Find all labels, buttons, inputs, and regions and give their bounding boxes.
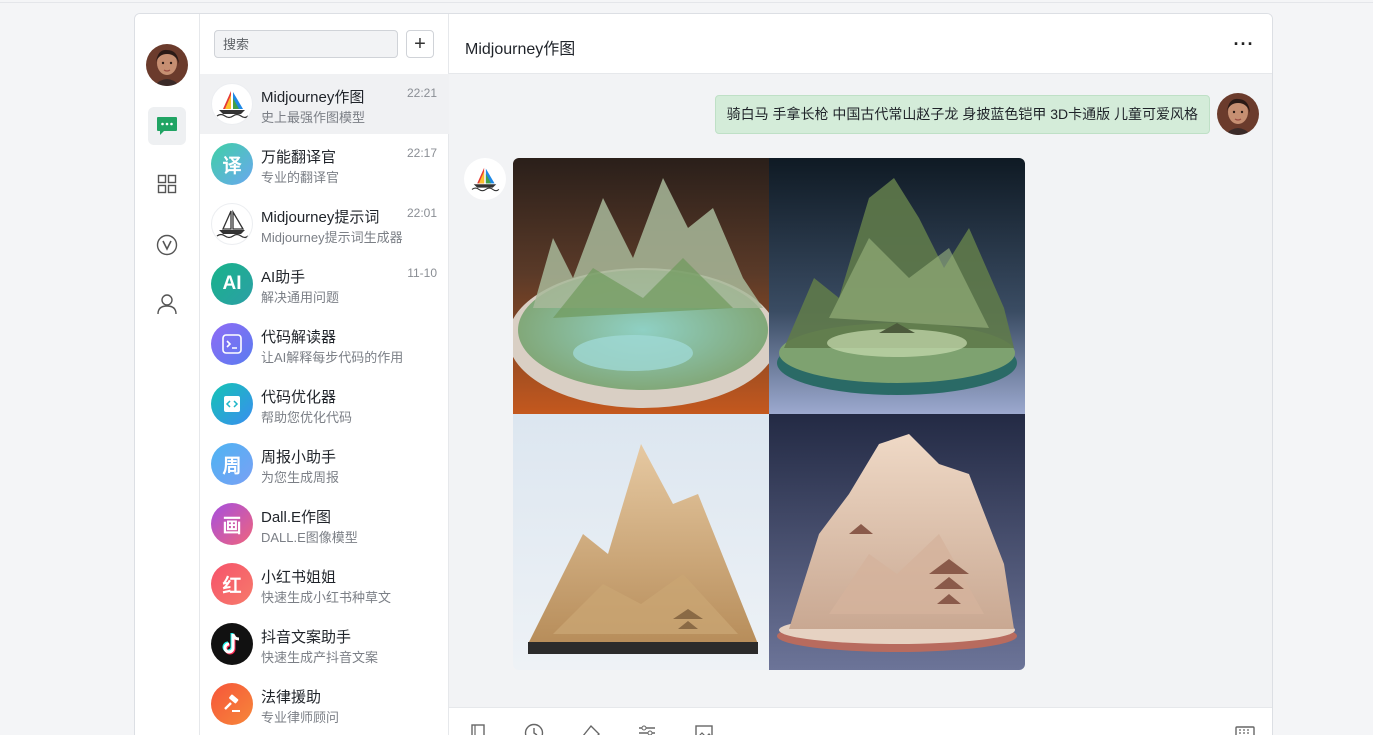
nav-rail [135,14,200,735]
conversation-desc: 快速生成小红书种草文 [261,590,392,605]
conversation-name: 万能翻译官 [261,149,337,166]
conversation-name: 周报小助手 [261,449,337,466]
v-logo-icon [156,234,178,256]
conversation-item[interactable]: Midjourney作图 史上最强作图模型 22:21 [200,74,449,134]
generated-image[interactable] [513,414,769,670]
conversation-item[interactable]: AI AI助手 解决通用问题 11-10 [200,254,449,314]
composer-toolbar [449,707,1272,735]
user-icon [157,294,177,315]
weekly-icon: 周 [211,443,253,485]
conversation-desc: 帮助您优化代码 [261,410,353,425]
conversation-name: Dall.E作图 [261,509,332,526]
ai-icon: AI [211,263,253,305]
add-conversation-button[interactable]: + [406,30,434,58]
conversation-desc: 让AI解释每步代码的作用 [261,350,404,365]
conversation-list: + Midjourney作图 史上最强作图模型 22:21 译 万能翻译官 专业… [200,14,449,735]
conversation-name: 小红书姐姐 [261,569,337,586]
conversation-desc: 为您生成周报 [261,470,340,485]
generated-image-grid[interactable] [513,158,1025,670]
more-options-button[interactable]: ··· [1232,32,1256,56]
conversation-desc: Midjourney提示词生成器 [261,230,403,245]
conversation-desc: 快速生成产抖音文案 [261,650,379,665]
conversation-item[interactable]: 译 万能翻译官 专业的翻译官 22:17 [200,134,449,194]
nav-v-button[interactable] [148,226,186,264]
code-icon [211,383,253,425]
window-top-border [0,0,1373,3]
bot-avatar [464,158,506,200]
conversation-name: Midjourney提示词 [261,209,380,226]
chat-title: Midjourney作图 [465,41,576,58]
conversation-item[interactable]: 画 Dall.E作图 DALL.E图像模型 [200,494,449,554]
my-avatar[interactable] [146,44,188,86]
conversation-time: 22:21 [406,86,437,100]
conversation-item[interactable]: 代码解读器 让AI解释每步代码的作用 [200,314,449,374]
more-icon: ··· [1233,33,1255,54]
eraser-icon[interactable] [580,722,602,735]
conversation-item[interactable]: 代码优化器 帮助您优化代码 [200,374,449,434]
red-book-icon: 红 [211,563,253,605]
conversation-desc: 专业律师顾问 [261,710,340,725]
user-avatar [1217,93,1259,135]
conversation-desc: 专业的翻译官 [261,170,340,185]
sailboat-icon [211,203,253,245]
conversation-time: 22:01 [406,206,437,220]
avatar-photo-icon [146,44,188,86]
conversation-item[interactable]: Midjourney提示词 Midjourney提示词生成器 22:01 [200,194,449,254]
conversation-name: 抖音文案助手 [261,629,352,646]
nav-apps-button[interactable] [148,165,186,203]
generated-image[interactable] [769,414,1025,670]
tiktok-icon [211,623,253,665]
terminal-icon [211,323,253,365]
conversation-time: 11-10 [407,266,437,280]
sailboat-rainbow-icon [211,83,253,125]
sailboat-rainbow-icon [471,167,500,192]
generated-image[interactable] [513,158,769,414]
generated-image[interactable] [769,158,1025,414]
image-icon[interactable] [693,722,715,735]
conversation-name: 代码解读器 [261,329,337,346]
conversation-time: 22:17 [406,146,437,160]
clock-icon[interactable] [523,722,545,735]
avatar-photo-icon [1217,93,1259,135]
search-input[interactable] [214,30,398,58]
conversation-name: AI助手 [261,269,306,286]
translate-icon: 译 [211,143,253,185]
chat-icon [157,117,177,135]
paint-icon: 画 [211,503,253,545]
conversation-desc: 史上最强作图模型 [261,110,366,125]
conversation-item[interactable]: 法律援助 专业律师顾问 [200,674,449,734]
chat-panel: Midjourney作图 ··· 骑白马 手拿长枪 中国古代常山赵子龙 身披蓝色… [449,14,1272,735]
conversation-name: Midjourney作图 [261,89,365,106]
sliders-icon[interactable] [636,722,658,735]
conversation-item[interactable]: 红 小红书姐姐 快速生成小红书种草文 [200,554,449,614]
conversation-item[interactable]: 周 周报小助手 为您生成周报 [200,434,449,494]
gavel-icon [211,683,253,725]
user-message-bubble: 骑白马 手拿长枪 中国古代常山赵子龙 身披蓝色铠甲 3D卡通版 儿童可爱风格 [714,95,1210,134]
conversation-name: 法律援助 [261,689,322,706]
conversation-item[interactable]: 抖音文案助手 快速生成产抖音文案 [200,614,449,674]
search-bar: + [200,14,449,74]
apps-icon [157,174,177,194]
book-icon[interactable] [467,722,489,735]
conversation-name: 代码优化器 [261,389,337,406]
nav-chat-button[interactable] [148,107,186,145]
keyboard-icon[interactable] [1234,722,1256,735]
app-window: + Midjourney作图 史上最强作图模型 22:21 译 万能翻译官 专业… [134,13,1273,735]
chat-header: Midjourney作图 ··· [449,14,1272,74]
conversation-desc: 解决通用问题 [261,290,340,305]
conversation-desc: DALL.E图像模型 [261,530,358,545]
nav-user-button[interactable] [148,285,186,323]
